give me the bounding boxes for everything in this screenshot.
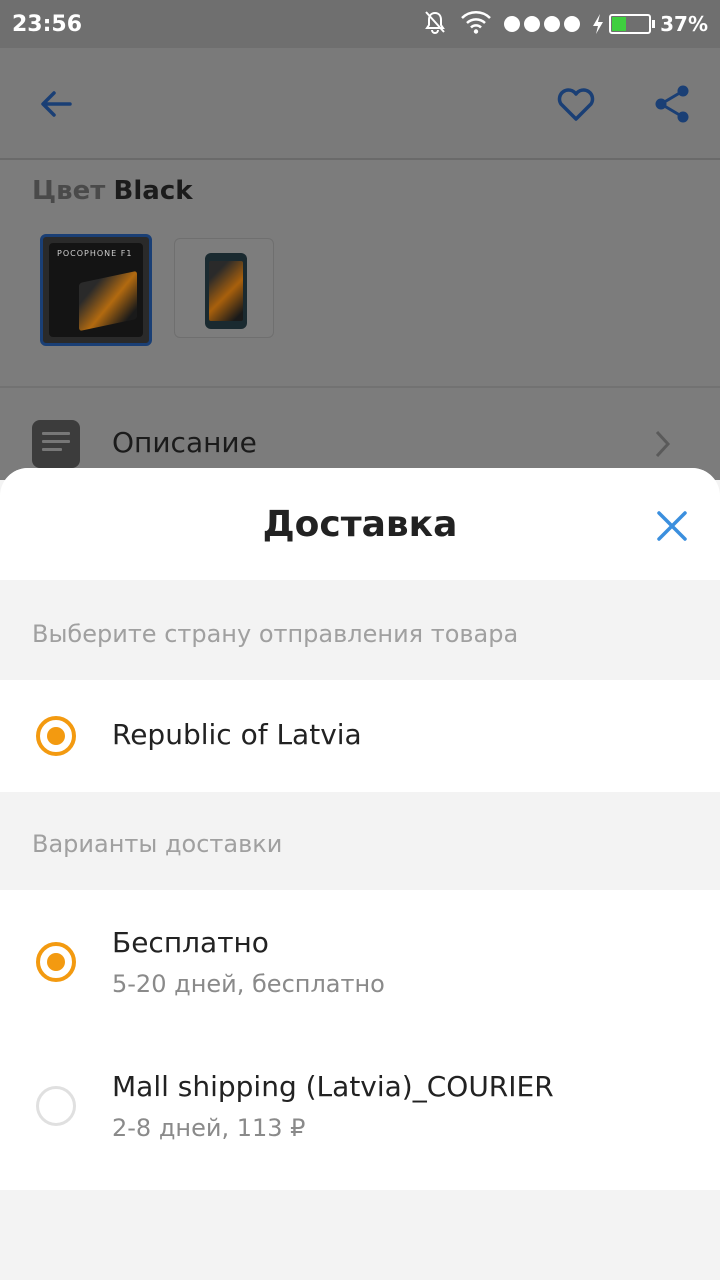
option-title: Бесплатно (112, 926, 269, 959)
shipping-options: Бесплатно 5-20 дней, бесплатно Mall ship… (0, 890, 720, 1190)
sheet-spacer (0, 1178, 720, 1190)
shipping-option-courier[interactable]: Mall shipping (Latvia)_COURIER 2-8 дней,… (0, 1034, 720, 1178)
status-time: 23:56 (12, 11, 83, 37)
battery-fill (612, 17, 627, 31)
charging-icon (593, 14, 604, 34)
thumbnail-brand-text: POCOPHONE F1 (57, 249, 133, 258)
product-page: Цвет Black POCOPHONE F1 Описание (0, 160, 720, 480)
origin-option-latvia[interactable]: Republic of Latvia (0, 680, 720, 792)
color-value: Black (113, 176, 193, 206)
app-bar (0, 48, 720, 160)
bell-off-icon (422, 9, 448, 39)
option-title: Republic of Latvia (112, 718, 362, 751)
shipping-section-heading: Варианты доставки (0, 792, 720, 890)
phone-image: POCOPHONE F1 (49, 243, 143, 337)
radio-selected-icon[interactable] (36, 716, 76, 756)
radio-selected-icon[interactable] (36, 942, 76, 982)
description-icon (32, 420, 80, 468)
radio-unselected-icon[interactable] (36, 1086, 76, 1126)
option-title: Mall shipping (Latvia)_COURIER (112, 1070, 554, 1103)
description-label: Описание (112, 426, 257, 459)
favorite-button[interactable] (552, 80, 600, 128)
status-icons: 37% (422, 9, 708, 39)
share-button[interactable] (648, 80, 696, 128)
share-icon (655, 85, 689, 123)
back-arrow-icon (41, 91, 72, 117)
color-thumbnail[interactable] (174, 238, 274, 338)
phone-image (205, 253, 247, 329)
color-label: Цвет (32, 176, 106, 206)
battery-icon (609, 14, 652, 34)
option-subtitle: 2-8 дней, 113 ₽ (112, 1114, 306, 1142)
option-subtitle: 5-20 дней, бесплатно (112, 970, 385, 998)
sheet-title: Доставка (262, 504, 458, 545)
color-row: Цвет Black (32, 176, 193, 206)
origin-options: Republic of Latvia (0, 680, 720, 792)
wifi-icon (460, 9, 492, 39)
origin-section-heading: Выберите страну отправления товара (0, 580, 720, 680)
close-icon (657, 511, 687, 541)
battery-percent: 37% (660, 12, 708, 36)
shipping-option-free[interactable]: Бесплатно 5-20 дней, бесплатно (0, 890, 720, 1034)
delivery-sheet: Доставка Выберите страну отправления тов… (0, 468, 720, 1280)
battery: 37% (592, 12, 708, 36)
status-bar: 23:56 37% (0, 0, 720, 48)
close-button[interactable] (648, 502, 696, 550)
signal-icon (504, 16, 581, 32)
color-thumbnail-selected[interactable]: POCOPHONE F1 (40, 234, 152, 346)
sheet-header: Доставка (0, 468, 720, 580)
heart-icon (557, 88, 595, 121)
back-button[interactable] (32, 80, 80, 128)
chevron-right-icon (655, 430, 671, 458)
divider (0, 386, 720, 388)
